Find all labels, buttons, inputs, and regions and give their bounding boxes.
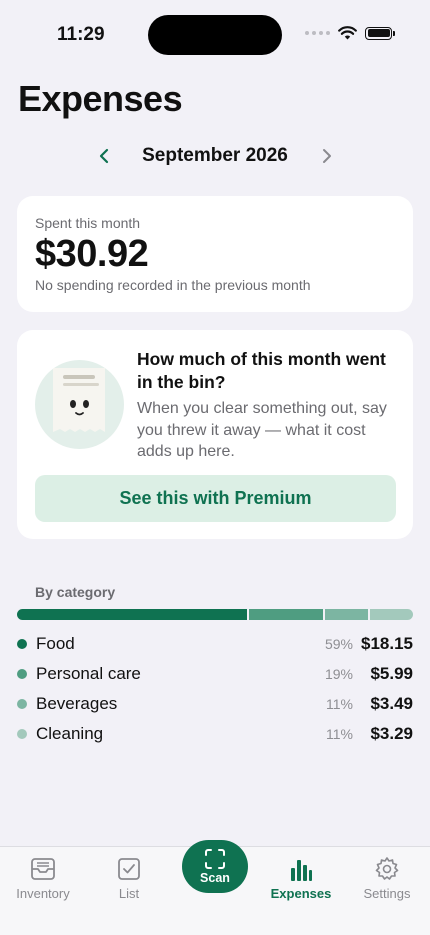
category-color-dot bbox=[17, 669, 27, 679]
category-name: Cleaning bbox=[36, 724, 104, 743]
category-color-dot bbox=[17, 639, 27, 649]
checkbox-list-icon bbox=[118, 858, 140, 880]
category-percent: 11% bbox=[326, 726, 353, 742]
tab-list-label: List bbox=[118, 886, 140, 901]
month-selector: September 2026 bbox=[0, 142, 430, 170]
category-share-segment bbox=[325, 609, 369, 620]
next-month-button[interactable] bbox=[315, 144, 339, 168]
category-name: Beverages bbox=[36, 694, 118, 713]
category-share-segment bbox=[370, 609, 413, 620]
bar-chart-icon bbox=[291, 860, 312, 881]
expenses-screen: 11:29 Expenses September 2026 Spent this… bbox=[0, 0, 430, 935]
category-amount: $3.29 bbox=[370, 724, 413, 743]
category-row: Beverages 11% $3.49 bbox=[17, 689, 413, 719]
status-indicators bbox=[305, 26, 395, 40]
category-share-bar bbox=[17, 609, 413, 620]
scan-label: Scan bbox=[200, 871, 230, 885]
tab-bar: Inventory List Scan Expenses Settings bbox=[0, 840, 430, 935]
chevron-right-icon bbox=[323, 149, 331, 163]
category-color-dot bbox=[17, 699, 27, 709]
tab-settings-label: Settings bbox=[363, 886, 411, 901]
scan-button[interactable]: Scan bbox=[182, 840, 248, 893]
month-label: September 2026 bbox=[142, 145, 288, 166]
tab-list[interactable]: List bbox=[86, 855, 172, 901]
category-share-segment bbox=[249, 609, 324, 620]
scan-viewfinder-icon bbox=[205, 849, 225, 869]
category-percent: 19% bbox=[324, 666, 353, 682]
inventory-tray-icon bbox=[31, 858, 55, 880]
waste-premium-card: How much of this month went in the bin? … bbox=[17, 330, 413, 539]
spent-comparison-note: No spending recorded in the previous mon… bbox=[35, 277, 311, 293]
category-amount: $18.15 bbox=[361, 634, 413, 653]
tab-inventory-label: Inventory bbox=[16, 886, 70, 901]
tab-expenses[interactable]: Expenses bbox=[258, 855, 344, 901]
page-title: Expenses bbox=[18, 78, 183, 119]
category-amount: $5.99 bbox=[370, 664, 413, 683]
tab-inventory[interactable]: Inventory bbox=[0, 855, 86, 901]
category-row: Cleaning 11% $3.29 bbox=[17, 719, 413, 749]
category-row: Food 59% $18.15 bbox=[17, 629, 413, 659]
waste-card-description: When you clear something out, say you th… bbox=[137, 400, 387, 460]
battery-icon bbox=[365, 26, 395, 40]
dynamic-island bbox=[148, 15, 282, 55]
see-premium-button[interactable]: See this with Premium bbox=[35, 475, 396, 522]
waste-card-title: How much of this month went in the bin? bbox=[137, 349, 386, 392]
gear-icon bbox=[375, 857, 399, 880]
category-share-segment bbox=[17, 609, 248, 620]
tab-expenses-label: Expenses bbox=[270, 886, 332, 901]
category-list: Food 59% $18.15 Personal care 19% $5.99 Bevera… bbox=[17, 629, 413, 749]
signal-dots-icon bbox=[305, 31, 330, 35]
category-amount: $3.49 bbox=[370, 694, 413, 713]
category-color-dot bbox=[17, 729, 27, 739]
category-percent: 59% bbox=[324, 636, 353, 652]
status-time: 11:29 bbox=[57, 24, 105, 45]
category-heading: By category bbox=[35, 584, 116, 600]
spent-label: Spent this month bbox=[35, 215, 141, 231]
spent-summary-card: Spent this month $30.92 No spending reco… bbox=[17, 196, 413, 312]
category-percent: 11% bbox=[326, 696, 353, 712]
tab-settings[interactable]: Settings bbox=[344, 855, 430, 901]
category-name: Personal care bbox=[36, 664, 141, 683]
category-row: Personal care 19% $5.99 bbox=[17, 659, 413, 689]
wifi-icon bbox=[338, 26, 357, 40]
spent-amount: $30.92 bbox=[35, 233, 149, 275]
category-name: Food bbox=[36, 634, 75, 653]
receipt-illustration-icon bbox=[35, 360, 124, 449]
